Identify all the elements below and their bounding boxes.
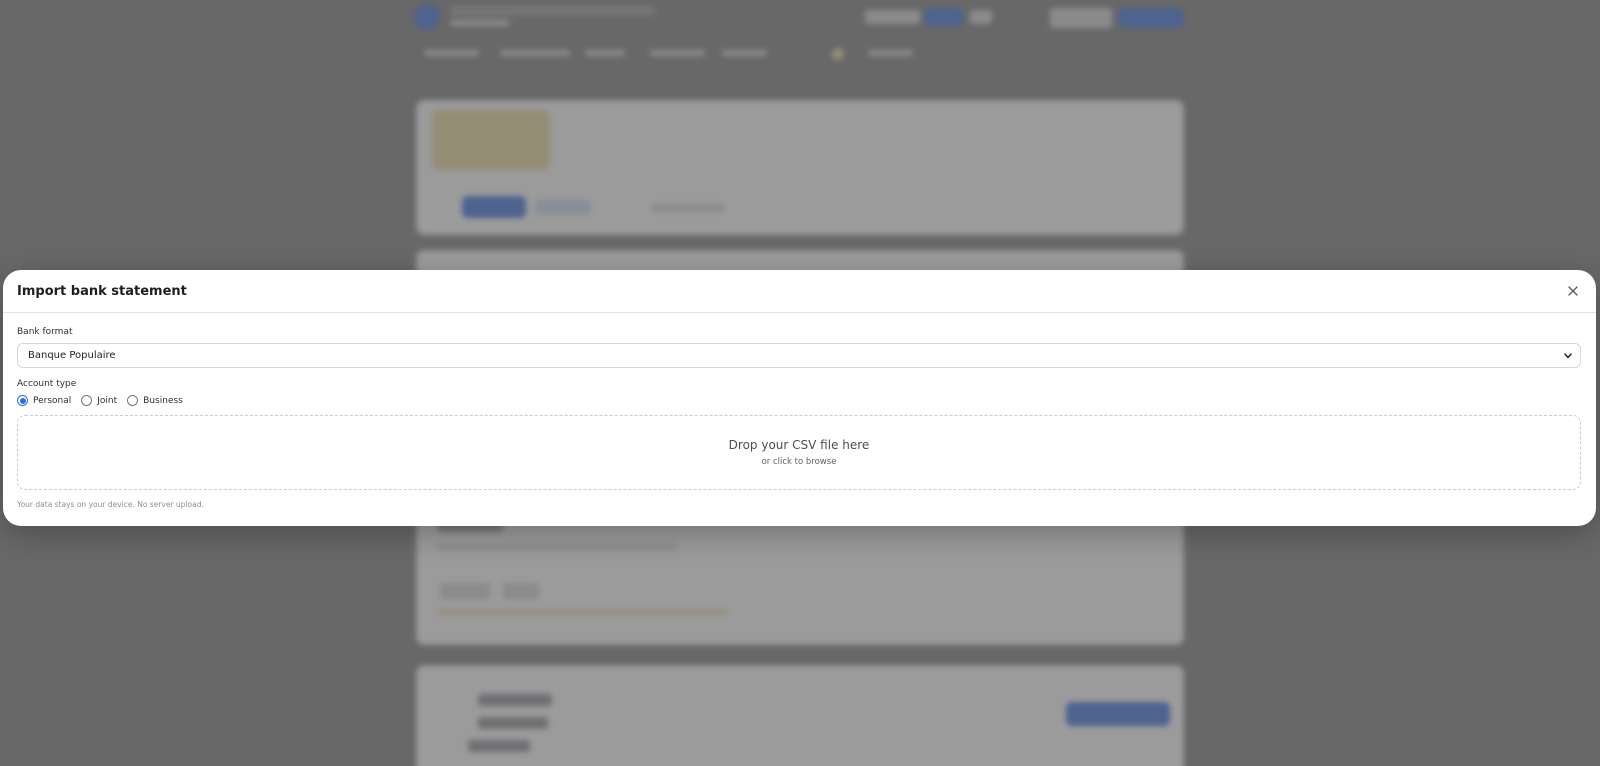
import-bank-statement-dialog: Import bank statement Bank format Banque… bbox=[3, 270, 1596, 526]
close-icon bbox=[1568, 286, 1578, 296]
dialog-title: Import bank statement bbox=[17, 283, 187, 299]
account-type-business-radio[interactable]: Business bbox=[127, 395, 183, 406]
bank-format-selected-value: Banque Populaire bbox=[28, 350, 116, 361]
account-type-personal-radio[interactable]: Personal bbox=[17, 395, 71, 406]
account-type-radio-group: Personal Joint Business bbox=[17, 395, 1581, 406]
privacy-note: Your data stays on your device. No serve… bbox=[17, 500, 204, 509]
dialog-header: Import bank statement bbox=[3, 270, 1596, 313]
radio-label: Joint bbox=[97, 395, 118, 406]
radio-indicator[interactable] bbox=[81, 395, 93, 406]
account-type-label: Account type bbox=[17, 379, 77, 389]
radio-label: Business bbox=[143, 395, 183, 406]
bank-format-select[interactable]: Banque Populaire bbox=[17, 343, 1581, 368]
radio-indicator[interactable] bbox=[127, 395, 139, 406]
bank-format-label: Bank format bbox=[17, 327, 73, 337]
close-button[interactable] bbox=[1564, 282, 1582, 300]
dropzone-subtitle: or click to browse bbox=[761, 457, 837, 467]
dialog-body: Bank format Banque Populaire Account typ… bbox=[3, 313, 1596, 509]
radio-label: Personal bbox=[33, 395, 72, 406]
dropzone-title: Drop your CSV file here bbox=[728, 438, 870, 452]
csv-dropzone[interactable]: Drop your CSV file here or click to brow… bbox=[17, 415, 1581, 490]
account-type-joint-radio[interactable]: Joint bbox=[81, 395, 117, 406]
radio-checked-indicator[interactable] bbox=[17, 395, 28, 406]
chevron-down-icon bbox=[1564, 352, 1572, 358]
